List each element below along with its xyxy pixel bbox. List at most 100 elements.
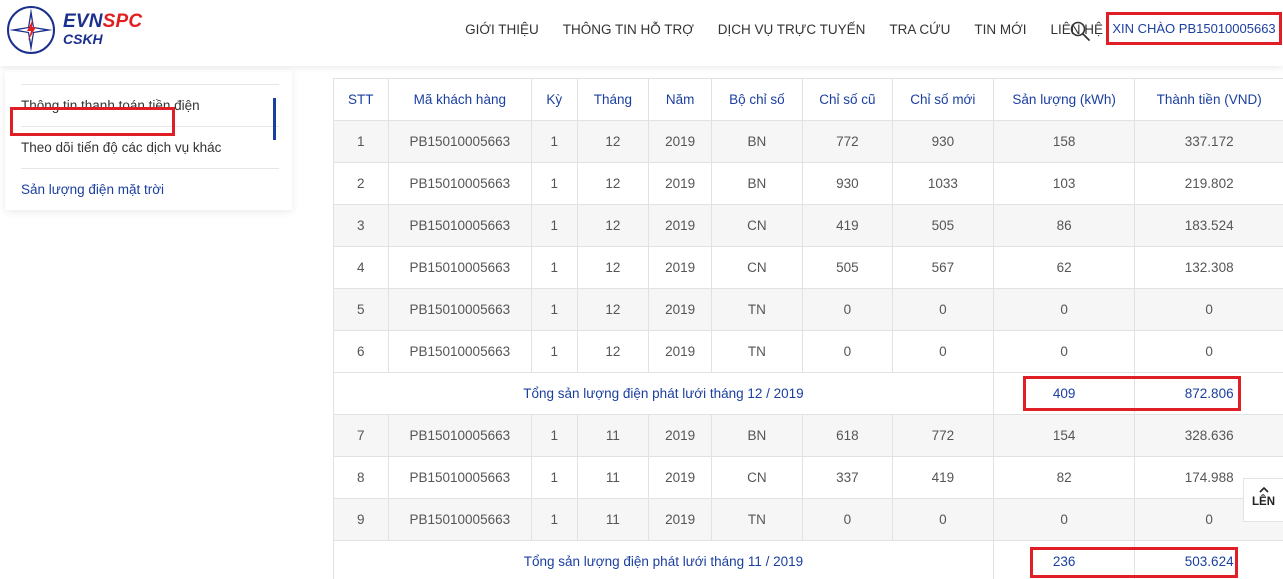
col-thang: Tháng (576, 78, 650, 121)
table-cell: 0 (801, 288, 893, 331)
table-cell: 103 (992, 162, 1136, 205)
table-cell: PB15010005663 (387, 120, 533, 163)
nav-gioi-thieu[interactable]: GIỚI THIỆU (465, 22, 539, 37)
table-cell: 0 (801, 330, 893, 373)
highlight-box-total-12 (1023, 376, 1241, 411)
table-cell: 1033 (891, 162, 994, 205)
table-cell: 82 (992, 456, 1136, 499)
table-cell: 12 (576, 288, 650, 331)
table-cell: PB15010005663 (387, 456, 533, 499)
table-cell: 1 (531, 120, 578, 163)
table-cell: 1 (531, 498, 578, 541)
table-cell: 7 (333, 414, 389, 457)
table-cell: 62 (992, 246, 1136, 289)
table-cell: 5 (333, 288, 389, 331)
total-label: Tổng sản lượng điện phát lưới tháng 12 /… (333, 372, 994, 415)
table-cell: CN (710, 246, 803, 289)
table-cell: 12 (576, 246, 650, 289)
table-cell: BN (710, 414, 803, 457)
table-cell: 0 (992, 498, 1136, 541)
table-cell: 1 (531, 162, 578, 205)
table-cell: 12 (576, 162, 650, 205)
col-san-luong: Sản lượng (kWh) (992, 78, 1136, 121)
brand-spc: SPC (102, 11, 143, 32)
nav-dich-vu-truc-tuyen[interactable]: DỊCH VỤ TRỰC TUYẾN (718, 22, 866, 37)
table-cell: 132.308 (1134, 246, 1283, 289)
table-cell: PB15010005663 (387, 414, 533, 457)
table-cell: 2019 (648, 246, 712, 289)
table-cell: 1 (531, 288, 578, 331)
table-cell: 337.172 (1134, 120, 1283, 163)
table-row: 2 PB15010005663 1 12 2019 BN 930 1033 103 219.802 (333, 162, 1283, 205)
table-cell: PB15010005663 (387, 162, 533, 205)
table-cell: 419 (891, 456, 994, 499)
table-cell: 0 (801, 498, 893, 541)
table-cell: PB15010005663 (387, 288, 533, 331)
table-cell: 2019 (648, 414, 712, 457)
table-cell: 11 (576, 498, 650, 541)
table-cell: PB15010005663 (387, 204, 533, 247)
table-cell: 2019 (648, 120, 712, 163)
highlight-box-sidebar (10, 107, 175, 136)
table-cell: BN (710, 120, 803, 163)
table-cell: 0 (1134, 288, 1283, 331)
table-cell: 11 (576, 456, 650, 499)
table-cell: 12 (576, 330, 650, 373)
nav-thong-tin-ho-tro[interactable]: THÔNG TIN HỖ TRỢ (563, 22, 694, 37)
table-cell: 2019 (648, 288, 712, 331)
table-cell: 930 (801, 162, 893, 205)
table-cell: 12 (576, 204, 650, 247)
table-cell: 2019 (648, 456, 712, 499)
total-label: Tổng sản lượng điện phát lưới tháng 11 /… (333, 540, 994, 579)
col-ma-khach-hang: Mã khách hàng (387, 78, 533, 121)
table-cell: BN (710, 162, 803, 205)
solar-output-table: STT Mã khách hàng Kỳ Tháng Năm Bộ chỉ số… (333, 78, 1283, 579)
table-cell: 9 (333, 498, 389, 541)
table-cell: 8 (333, 456, 389, 499)
table-cell: 505 (891, 204, 994, 247)
table-cell: 567 (891, 246, 994, 289)
table-cell: TN (710, 330, 803, 373)
table-cell: 2019 (648, 162, 712, 205)
table-cell: 1 (333, 120, 389, 163)
table-cell: 772 (801, 120, 893, 163)
user-greeting[interactable]: XIN CHÀO PB15010005663 (1106, 12, 1282, 45)
evn-logo[interactable] (6, 5, 56, 55)
table-cell: 158 (992, 120, 1136, 163)
col-chi-so-moi: Chỉ số mới (891, 78, 994, 121)
table-cell: 2019 (648, 498, 712, 541)
sidebar: Thông tin thanh toán tiền điện Theo dõi … (5, 70, 292, 210)
brand-sub: CSKH (63, 31, 103, 47)
back-to-top-label: LÊN (1252, 496, 1275, 508)
table-cell: PB15010005663 (387, 246, 533, 289)
table-cell: 86 (992, 204, 1136, 247)
table-cell: 2019 (648, 204, 712, 247)
table-row: 1 PB15010005663 1 12 2019 BN 772 930 158 337.172 (333, 120, 1283, 163)
table-row: 4 PB15010005663 1 12 2019 CN 505 567 62 132.308 (333, 246, 1283, 289)
table-cell: 0 (891, 498, 994, 541)
table-cell: 2 (333, 162, 389, 205)
brand-logo-text[interactable]: EVNSPC CSKH (63, 12, 142, 46)
table-cell: 11 (576, 414, 650, 457)
nav-tra-cuu[interactable]: TRA CỨU (889, 22, 950, 37)
table-row: 6 PB15010005663 1 12 2019 TN 0 0 0 0 (333, 330, 1283, 373)
table-cell: CN (710, 204, 803, 247)
nav-tin-moi[interactable]: TIN MỚI (974, 22, 1026, 37)
table-cell: 0 (891, 330, 994, 373)
table-cell: 6 (333, 330, 389, 373)
sidebar-item-dien-mat-troi[interactable]: Sản lượng điện mặt trời (21, 168, 279, 210)
chevron-up-icon (1258, 486, 1269, 493)
table-row: 7 PB15010005663 1 11 2019 BN 618 772 154 328.636 (333, 414, 1283, 457)
back-to-top-button[interactable]: LÊN (1243, 478, 1283, 522)
sidebar-item-label: Sản lượng điện mặt trời (21, 182, 165, 197)
table-cell: 12 (576, 120, 650, 163)
table-cell: 1 (531, 330, 578, 373)
table-cell: 0 (1134, 330, 1283, 373)
table-cell: 1 (531, 204, 578, 247)
table-cell: 505 (801, 246, 893, 289)
table-cell: 0 (891, 288, 994, 331)
table-cell: 3 (333, 204, 389, 247)
table-cell: 219.802 (1134, 162, 1283, 205)
search-icon[interactable] (1069, 20, 1091, 42)
table-cell: 337 (801, 456, 893, 499)
